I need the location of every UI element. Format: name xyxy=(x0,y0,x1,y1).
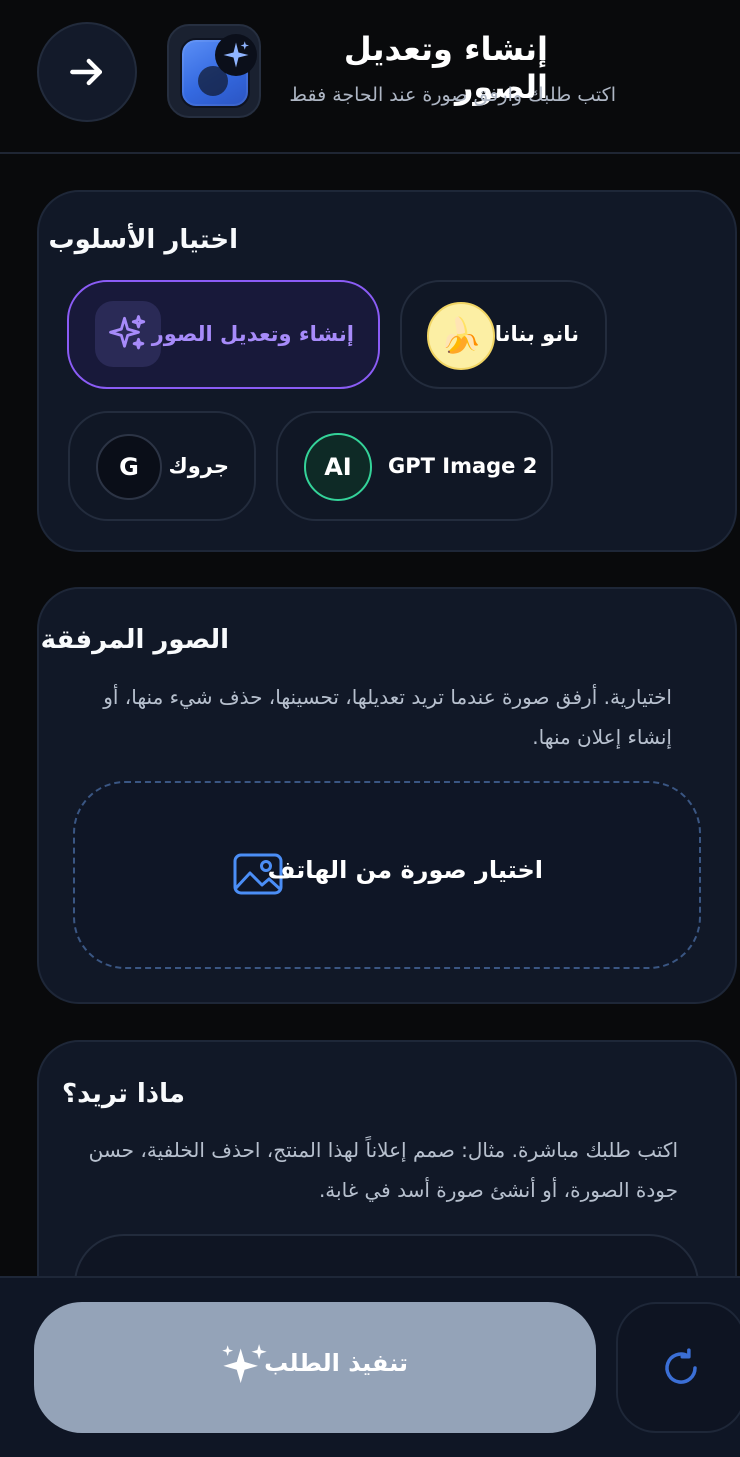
ai-icon: AI xyxy=(304,433,372,501)
banana-icon: 🍌 xyxy=(427,302,495,370)
style-option-gpt-image-2[interactable]: AI GPT Image 2 xyxy=(276,411,553,521)
style-option-label: نانو بنانا xyxy=(494,322,579,346)
grok-icon: G xyxy=(96,434,162,500)
refresh-button[interactable] xyxy=(616,1302,740,1433)
style-option-label: إنشاء وتعديل الصور xyxy=(151,322,354,346)
style-option-nano-banana[interactable]: 🍌 نانو بنانا xyxy=(400,280,607,389)
style-section-title: اختيار الأسلوب xyxy=(48,225,238,255)
attachments-section-title: الصور المرفقة xyxy=(40,625,229,655)
style-option-create-edit[interactable]: إنشاء وتعديل الصور xyxy=(67,280,380,389)
style-option-label: جروك xyxy=(168,454,230,478)
style-option-label: GPT Image 2 xyxy=(388,454,538,478)
submit-request-label: تنفيذ الطلب xyxy=(264,1349,408,1377)
arrow-right-icon xyxy=(70,58,103,86)
page-subtitle: اكتب طلبك وارفق صورة عند الحاجة فقط xyxy=(289,84,616,106)
refresh-icon xyxy=(665,1347,697,1384)
attachments-description: اختيارية. أرفق صورة عندما تريد تعديلها، … xyxy=(103,685,672,749)
style-option-grok[interactable]: G جروك xyxy=(68,411,256,521)
prompt-section-title: ماذا تريد؟ xyxy=(62,1079,185,1109)
back-button[interactable] xyxy=(37,22,137,122)
upload-image-label: اختيار صورة من الهاتف xyxy=(267,856,543,884)
header-divider xyxy=(0,152,740,154)
prompt-description: اكتب طلبك مباشرة. مثال: صمم إعلاناً لهذا… xyxy=(88,1138,678,1202)
